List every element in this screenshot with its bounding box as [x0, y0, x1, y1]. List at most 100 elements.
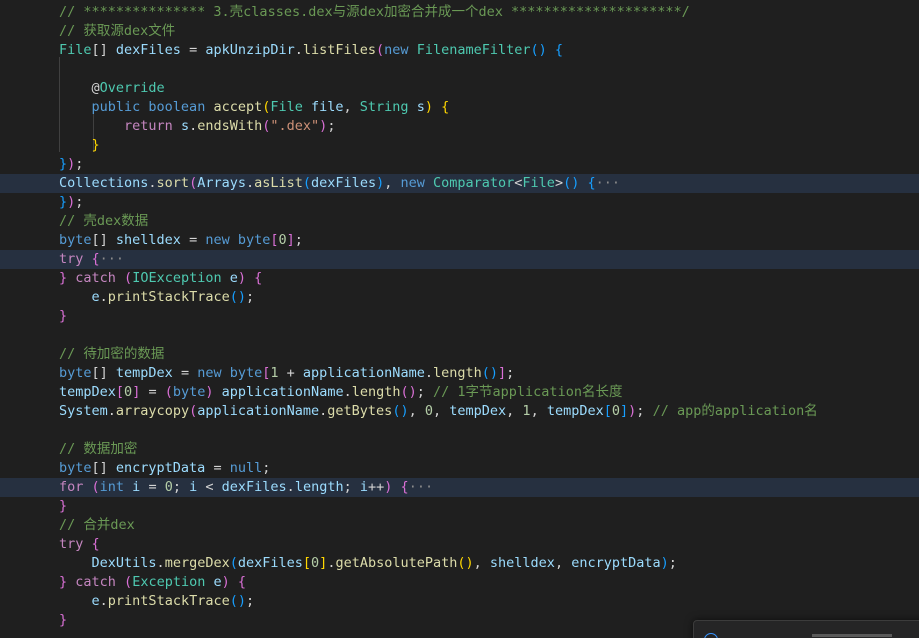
- code-token: dexFiles: [237, 555, 303, 571]
- code-line[interactable]: try {···: [0, 250, 919, 269]
- code-line[interactable]: }: [0, 497, 919, 516]
- code-token: public: [91, 99, 149, 115]
- code-line[interactable]: });: [0, 155, 919, 174]
- code-line[interactable]: // 壳dex数据: [0, 212, 919, 231]
- code-line[interactable]: [0, 421, 919, 440]
- code-line[interactable]: [0, 60, 919, 79]
- code-line-content: byte[] encryptData = null;: [59, 459, 270, 478]
- code-line[interactable]: tempDex[0] = (byte) applicationName.leng…: [0, 383, 919, 402]
- code-token: =: [205, 460, 230, 476]
- code-line[interactable]: byte[] tempDex = new byte[1 + applicatio…: [0, 364, 919, 383]
- code-token: byte: [59, 365, 92, 381]
- code-token: []: [91, 365, 116, 381]
- code-token: e: [91, 289, 100, 305]
- code-token: asList: [254, 175, 303, 191]
- code-line-content: }: [59, 136, 100, 155]
- code-token: ;: [245, 593, 255, 609]
- code-token: ): [205, 384, 214, 400]
- code-line[interactable]: // 合并dex: [0, 516, 919, 535]
- info-icon: [704, 633, 718, 638]
- code-token: ;: [75, 156, 84, 172]
- code-token: .: [245, 175, 255, 191]
- code-line-content: e.printStackTrace();: [59, 288, 255, 307]
- code-line[interactable]: System.arraycopy(applicationName.getByte…: [0, 402, 919, 421]
- code-token: ,: [384, 175, 401, 191]
- code-token: File: [270, 99, 312, 115]
- code-token: e: [91, 593, 100, 609]
- code-token: ;: [262, 460, 271, 476]
- code-token: (: [376, 42, 385, 58]
- code-token: printStackTrace: [107, 593, 230, 609]
- code-token: // 获取源dex文件: [59, 23, 176, 39]
- code-line[interactable]: });: [0, 193, 919, 212]
- code-token: byte: [59, 232, 92, 248]
- folded-region-ellipsis[interactable]: ···: [100, 251, 124, 267]
- code-line-content: } catch (Exception e) {: [59, 573, 246, 592]
- code-line[interactable]: Collections.sort(Arrays.asList(dexFiles)…: [0, 174, 919, 193]
- code-token: listFiles: [302, 42, 377, 58]
- code-token: .: [99, 289, 108, 305]
- code-token: for: [59, 479, 92, 495]
- code-token: (: [302, 175, 312, 191]
- code-line[interactable]: // *************** 3.壳classes.dex与源dex加密…: [0, 3, 919, 22]
- code-line[interactable]: // 待加密的数据: [0, 345, 919, 364]
- code-line[interactable]: byte[] encryptData = null;: [0, 459, 919, 478]
- code-token: byte: [59, 460, 92, 476]
- code-token: tempDex: [546, 403, 604, 419]
- code-token: (): [457, 555, 474, 571]
- code-line[interactable]: byte[] shelldex = new byte[0];: [0, 231, 919, 250]
- code-token: Arrays: [197, 175, 246, 191]
- code-line[interactable]: // 数据加密: [0, 440, 919, 459]
- code-line[interactable]: try {: [0, 535, 919, 554]
- code-token: {: [441, 99, 450, 115]
- code-token: ,: [554, 555, 572, 571]
- code-token: applicationName: [221, 384, 344, 400]
- code-token: shelldex: [489, 555, 555, 571]
- code-token: ;: [245, 289, 255, 305]
- code-line[interactable]: } catch (IOException e) {: [0, 269, 919, 288]
- code-token: // 1字节application名长度: [433, 384, 623, 400]
- code-token: ,: [432, 403, 450, 419]
- folded-region-ellipsis[interactable]: ···: [409, 479, 433, 495]
- code-token: // app的application名: [652, 403, 818, 419]
- code-line[interactable]: e.printStackTrace();: [0, 592, 919, 611]
- code-line-content: try {: [59, 535, 100, 554]
- code-line[interactable]: }: [0, 136, 919, 155]
- code-line[interactable]: File[] dexFiles = apkUnzipDir.listFiles(…: [0, 41, 919, 60]
- code-token: getBytes: [327, 403, 393, 419]
- code-token: (): [392, 403, 409, 419]
- code-line[interactable]: @Override: [0, 79, 919, 98]
- code-token: accept: [213, 99, 263, 115]
- code-line[interactable]: return s.endsWith(".dex");: [0, 117, 919, 136]
- code-token: ): [221, 574, 230, 590]
- notification-toast[interactable]: [693, 620, 919, 638]
- code-line-content: @Override: [59, 79, 165, 98]
- code-line[interactable]: [0, 326, 919, 345]
- code-line-content: for (int i = 0; i < dexFiles.length; i++…: [59, 478, 433, 497]
- code-token: byte: [229, 365, 263, 381]
- code-token: [: [603, 403, 612, 419]
- code-line[interactable]: } catch (Exception e) {: [0, 573, 919, 592]
- code-editor[interactable]: // *************** 3.壳classes.dex与源dex加密…: [0, 0, 919, 638]
- code-token: }: [59, 498, 68, 514]
- code-line[interactable]: public boolean accept(File file, String …: [0, 98, 919, 117]
- code-line[interactable]: // 获取源dex文件: [0, 22, 919, 41]
- code-token: catch: [75, 270, 125, 286]
- code-token: [: [115, 384, 125, 400]
- code-token: (: [189, 403, 198, 419]
- code-line[interactable]: DexUtils.mergeDex(dexFiles[0].getAbsolut…: [0, 554, 919, 573]
- code-line-content: byte[] shelldex = new byte[0];: [59, 231, 303, 250]
- code-token: tempDex: [449, 403, 507, 419]
- code-token: []: [91, 42, 116, 58]
- code-line[interactable]: }: [0, 307, 919, 326]
- code-line-content: File[] dexFiles = apkUnzipDir.listFiles(…: [59, 41, 563, 60]
- code-token: try: [59, 251, 92, 267]
- code-line[interactable]: e.printStackTrace();: [0, 288, 919, 307]
- code-token: 0: [424, 403, 433, 419]
- code-line[interactable]: for (int i = 0; i < dexFiles.length; i++…: [0, 478, 919, 497]
- code-token: (): [400, 384, 417, 400]
- folded-region-ellipsis[interactable]: ···: [596, 175, 620, 191]
